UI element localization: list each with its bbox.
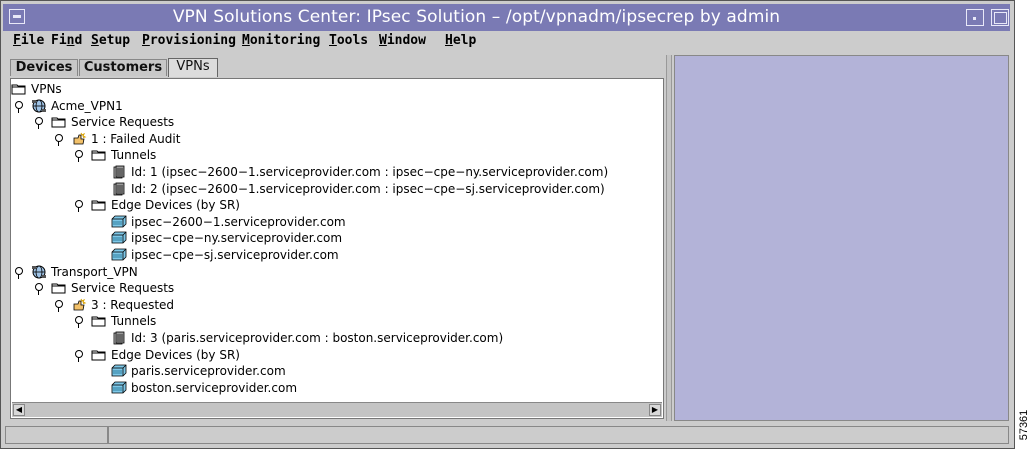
menu-item[interactable]: Window [379, 33, 426, 49]
minimize-icon[interactable] [966, 9, 984, 26]
tree-node-label: Id: 3 (paris.serviceprovider.com : bosto… [131, 331, 504, 345]
service-request-icon [71, 298, 87, 312]
tree-node[interactable]: Id: 2 (ipsec−2600−1.serviceprovider.com … [11, 181, 661, 197]
menu-item[interactable]: Monitoring [242, 33, 320, 49]
tab-vpns[interactable]: VPNs [168, 58, 218, 77]
maximize-icon[interactable] [991, 9, 1009, 26]
tree-node-label: Tunnels [111, 314, 157, 329]
detail-pane [674, 55, 1009, 421]
status-message [108, 426, 1009, 444]
vpn-network-icon [31, 99, 47, 113]
tree-node-label: boston.serviceprovider.com [131, 380, 298, 395]
tree-node-label: 1 : Failed Audit [91, 131, 181, 146]
tree-node[interactable]: Edge Devices (by SR) [11, 197, 661, 213]
expand-handle-icon[interactable] [14, 98, 25, 114]
tree-node-label: paris.serviceprovider.com [131, 364, 286, 379]
folder-icon [51, 281, 67, 295]
tunnel-icon [111, 165, 127, 179]
tree-node[interactable]: 3 : Requested [11, 297, 661, 313]
tree-node[interactable]: ipsec−cpe−sj.serviceprovider.com [11, 247, 661, 263]
tree-node[interactable]: VPNs [11, 81, 661, 97]
tree-node-label: Id: 2 (ipsec−2600−1.serviceprovider.com … [131, 181, 605, 196]
tree-node-label: Edge Devices (by SR) [111, 198, 240, 213]
expand-handle-icon[interactable] [34, 114, 45, 130]
status-cell [5, 426, 108, 444]
folder-icon [91, 348, 107, 362]
tunnel-icon [111, 331, 127, 345]
title-bar[interactable]: VPN Solutions Center: IPsec Solution – /… [3, 4, 1010, 31]
tree-node[interactable]: Tunnels [11, 147, 661, 163]
tree-node[interactable]: 1 : Failed Audit [11, 131, 661, 147]
tree-node-label: ipsec−cpe−ny.serviceprovider.com [131, 231, 343, 246]
folder-icon [51, 115, 67, 129]
tunnel-icon [111, 182, 127, 196]
folder-icon [11, 82, 27, 96]
tree-node[interactable]: Id: 1 (ipsec−2600−1.serviceprovider.com … [11, 164, 661, 180]
figure-id-label: 57361 [1018, 409, 1030, 441]
folder-icon [91, 148, 107, 162]
tab-devices[interactable]: Devices [10, 59, 78, 76]
tree-node[interactable]: Id: 3 (paris.serviceprovider.com : bosto… [11, 330, 661, 346]
router-icon [111, 381, 127, 395]
tree-node-label: Service Requests [71, 115, 175, 130]
tree-node-label: ipsec−cpe−sj.serviceprovider.com [131, 248, 339, 262]
window-title: VPN Solutions Center: IPsec Solution – /… [172, 7, 781, 27]
tree-node-label: Id: 1 (ipsec−2600−1.serviceprovider.com … [131, 165, 609, 179]
menu-item[interactable]: Provisioning [142, 33, 236, 49]
expand-handle-icon[interactable] [14, 264, 25, 280]
tree-node-label: Acme_VPN1 [51, 98, 123, 113]
vpn-tree-pane: VPNs Acme_VPN1 Service Requests 1 : Failed … [10, 78, 664, 419]
expand-handle-icon[interactable] [74, 347, 85, 363]
tree-node-label: ipsec−2600−1.serviceprovider.com [131, 214, 346, 229]
router-icon [111, 364, 127, 378]
horizontal-scrollbar[interactable]: ◀ ▶ [12, 402, 662, 417]
router-icon [111, 215, 127, 229]
split-pane-divider[interactable] [666, 55, 672, 421]
tree-node-label: VPNs [31, 82, 62, 96]
scroll-right-icon[interactable]: ▶ [649, 404, 661, 416]
tree-node-label: Edge Devices (by SR) [111, 347, 240, 362]
tree-node[interactable]: Acme_VPN1 [11, 98, 661, 114]
expand-handle-icon[interactable] [74, 147, 85, 163]
folder-icon [91, 314, 107, 328]
tree-node[interactable]: Transport_VPN [11, 264, 661, 280]
folder-icon [91, 198, 107, 212]
tree-node-label: Transport_VPN [51, 264, 138, 279]
service-request-icon [71, 132, 87, 146]
router-icon [111, 231, 127, 245]
menu-item[interactable]: Setup [91, 33, 130, 49]
expand-handle-icon[interactable] [34, 280, 45, 296]
menu-item[interactable]: Find [51, 33, 82, 49]
tree-node[interactable]: boston.serviceprovider.com [11, 380, 661, 396]
application-window: VPN Solutions Center: IPsec Solution – /… [0, 0, 1015, 449]
tree-node[interactable]: ipsec−cpe−ny.serviceprovider.com [11, 230, 661, 246]
menu-item[interactable]: File [13, 33, 44, 49]
tree-node[interactable]: Service Requests [11, 114, 661, 130]
tab-customers[interactable]: Customers [79, 59, 167, 76]
expand-handle-icon[interactable] [74, 197, 85, 213]
tree-node[interactable]: Tunnels [11, 313, 661, 329]
vpn-network-icon [31, 265, 47, 279]
expand-handle-icon[interactable] [54, 297, 65, 313]
expand-handle-icon[interactable] [54, 131, 65, 147]
tree-node[interactable]: paris.serviceprovider.com [11, 363, 661, 379]
tree-node[interactable]: Edge Devices (by SR) [11, 347, 661, 363]
tree-node-label: Tunnels [111, 148, 157, 163]
expand-handle-icon[interactable] [74, 313, 85, 329]
status-bar [5, 426, 1009, 444]
scroll-left-icon[interactable]: ◀ [13, 404, 25, 416]
tree-node[interactable]: Service Requests [11, 280, 661, 296]
menu-item[interactable]: Tools [329, 33, 368, 49]
tree-node[interactable]: ipsec−2600−1.serviceprovider.com [11, 214, 661, 230]
tree-node-label: 3 : Requested [91, 297, 175, 312]
figure-id: 57361 [1017, 403, 1031, 449]
router-icon [111, 248, 127, 262]
tree-node-label: Service Requests [71, 281, 175, 296]
menu-item[interactable]: Help [445, 33, 476, 49]
